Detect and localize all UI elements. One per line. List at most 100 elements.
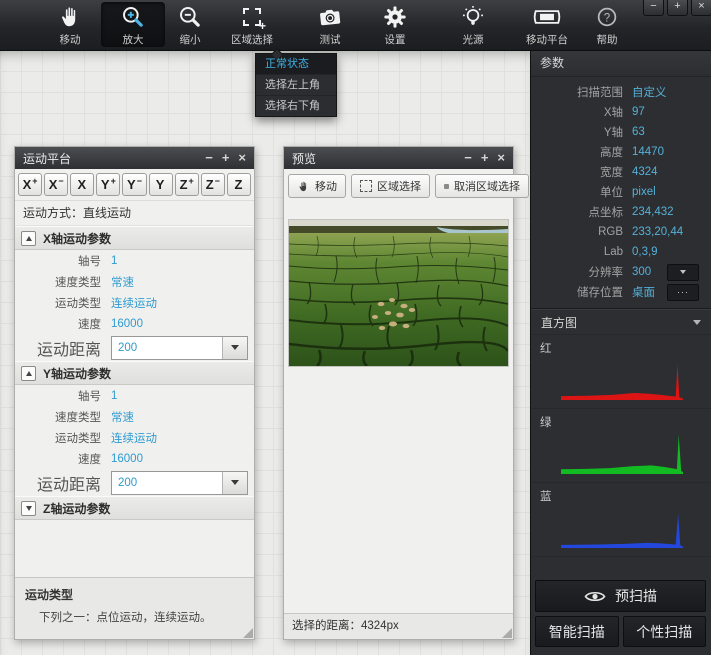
chevron-down-icon bbox=[231, 345, 239, 350]
panel-maximize-button[interactable]: + bbox=[222, 152, 230, 164]
panel-maximize-button[interactable]: + bbox=[481, 152, 489, 164]
toolbar-item-zoom-out[interactable]: 缩小 bbox=[158, 2, 222, 47]
toolbar-item-zoom-in[interactable]: 放大 bbox=[101, 2, 165, 47]
section-header-y-axis[interactable]: Y轴运动参数 bbox=[15, 361, 254, 385]
panel-minimize-button[interactable]: − bbox=[205, 152, 213, 164]
toolbar-item-label: 光源 bbox=[463, 32, 484, 47]
section-header-z-axis[interactable]: Z轴运动参数 bbox=[15, 496, 254, 520]
param-row-height: 高度14470 bbox=[531, 142, 711, 162]
collapse-up-icon[interactable] bbox=[21, 366, 36, 381]
panel-minimize-button[interactable]: − bbox=[464, 152, 472, 164]
axis-button-y[interactable]: Y bbox=[149, 173, 173, 196]
param-value[interactable]: 14470 bbox=[632, 146, 664, 158]
zoom-out-icon bbox=[177, 3, 203, 31]
distance-combobox[interactable]: 200 bbox=[111, 336, 248, 360]
toolbar-item-test[interactable]: 测试 bbox=[298, 2, 362, 47]
footer-text: 下列之一：点位运动，连续运动。 bbox=[25, 609, 244, 625]
field-value[interactable]: 连续运动 bbox=[111, 430, 157, 446]
window-close-button[interactable]: × bbox=[691, 0, 711, 16]
axis-button-x[interactable]: X bbox=[70, 173, 94, 196]
section-header-x-axis[interactable]: X轴运动参数 bbox=[15, 226, 254, 250]
prescan-button[interactable]: 预扫描 bbox=[535, 580, 706, 612]
light-bulb-icon bbox=[460, 3, 486, 31]
combobox-dropdown-button[interactable] bbox=[222, 472, 247, 494]
axis-button-z[interactable]: Z bbox=[227, 173, 251, 196]
menu-item-select-bottom-right[interactable]: 选择右下角 bbox=[256, 96, 336, 116]
collapse-up-icon[interactable] bbox=[21, 231, 36, 246]
svg-text:?: ? bbox=[604, 12, 610, 24]
smart-scan-button[interactable]: 智能扫描 bbox=[535, 616, 619, 647]
param-value[interactable]: pixel bbox=[632, 186, 656, 198]
axis-button-y-minus[interactable]: Y− bbox=[122, 173, 146, 196]
param-value[interactable]: 4324 bbox=[632, 166, 658, 178]
histogram-header: 直方图 bbox=[531, 310, 711, 335]
field-value[interactable]: 连续运动 bbox=[111, 295, 157, 311]
param-row-width: 宽度4324 bbox=[531, 162, 711, 182]
toolbar-item-move[interactable]: 移动 bbox=[38, 2, 102, 47]
window-minimize-button[interactable]: − bbox=[643, 0, 664, 16]
histogram-blue-channel: 蓝 bbox=[531, 483, 711, 557]
menu-item-select-top-left[interactable]: 选择左上角 bbox=[256, 75, 336, 96]
field-row: 轴号1 bbox=[15, 250, 254, 271]
toolbar-item-help[interactable]: ? 帮助 bbox=[575, 2, 639, 47]
axis-button-z-minus[interactable]: Z− bbox=[201, 173, 225, 196]
resolution-dropdown-button[interactable] bbox=[667, 264, 699, 281]
menu-item-normal-state[interactable]: 正常状态 bbox=[256, 54, 336, 75]
region-select-icon bbox=[360, 180, 372, 192]
field-value[interactable]: 16000 bbox=[111, 453, 143, 465]
field-row-combo: 运动距离 200 bbox=[15, 334, 254, 361]
toolbar-item-light-source[interactable]: 光源 bbox=[441, 2, 505, 47]
param-row-x-axis: X轴97 bbox=[531, 102, 711, 122]
preview-region-select-button[interactable]: 区域选择 bbox=[351, 174, 430, 198]
param-value[interactable]: 233,20,44 bbox=[632, 226, 683, 238]
window-maximize-button[interactable]: + bbox=[667, 0, 688, 16]
field-value[interactable]: 常速 bbox=[111, 409, 134, 425]
toolbar-item-moving-platform[interactable]: 移动平台 bbox=[515, 2, 579, 47]
combobox-dropdown-button[interactable] bbox=[222, 337, 247, 359]
main-toolbar: 移动 放大 缩小 + 区域选择 测试 bbox=[0, 0, 711, 51]
histogram-green-channel: 绿 bbox=[531, 409, 711, 483]
field-value[interactable]: 常速 bbox=[111, 274, 134, 290]
parameters-panel: 参数 扫描范围自定义 X轴97 Y轴63 高度14470 宽度4324 单位pi… bbox=[530, 50, 711, 655]
param-value[interactable]: 300 bbox=[632, 266, 651, 278]
preview-image[interactable] bbox=[288, 219, 509, 367]
param-value[interactable]: 97 bbox=[632, 106, 645, 118]
preview-move-button[interactable]: 移动 bbox=[288, 174, 346, 198]
param-value[interactable]: 自定义 bbox=[632, 84, 667, 100]
field-value[interactable]: 16000 bbox=[111, 318, 143, 330]
axis-button-y-plus[interactable]: Y+ bbox=[96, 173, 120, 196]
field-row: 速度类型常速 bbox=[15, 406, 254, 427]
panel-close-button[interactable]: × bbox=[238, 152, 246, 164]
toolbar-item-settings[interactable]: 设置 bbox=[363, 2, 427, 47]
toolbar-item-label: 移动 bbox=[60, 32, 81, 47]
resize-grip[interactable] bbox=[502, 628, 512, 638]
axis-button-x-plus[interactable]: X+ bbox=[18, 173, 42, 196]
preview-cancel-region-button[interactable]: 取消区域选择 bbox=[435, 174, 529, 198]
param-row-point-coord: 点坐标234,432 bbox=[531, 202, 711, 222]
histogram-collapse-icon[interactable] bbox=[693, 320, 701, 325]
motion-mode-label: 运动方式：直线运动 bbox=[15, 201, 254, 226]
param-value[interactable]: 234,432 bbox=[632, 206, 674, 218]
resize-grip[interactable] bbox=[243, 628, 253, 638]
histogram-red-channel: 红 bbox=[531, 335, 711, 409]
field-value[interactable]: 1 bbox=[111, 390, 117, 402]
panel-title: 运动平台 bbox=[23, 150, 71, 167]
collapse-down-icon[interactable] bbox=[21, 501, 36, 516]
param-value[interactable]: 63 bbox=[632, 126, 645, 138]
channel-label: 蓝 bbox=[531, 488, 711, 504]
custom-scan-button[interactable]: 个性扫描 bbox=[623, 616, 707, 647]
param-value[interactable]: 0,3,9 bbox=[632, 246, 658, 258]
field-row: 速度16000 bbox=[15, 448, 254, 469]
param-row-scan-range: 扫描范围自定义 bbox=[531, 82, 711, 102]
toolbar-item-region-select[interactable]: + 区域选择 bbox=[220, 2, 284, 47]
browse-location-button[interactable]: ··· bbox=[667, 284, 699, 301]
param-row-resolution: 分辨率 300 bbox=[531, 262, 711, 282]
axis-button-z-plus[interactable]: Z+ bbox=[175, 173, 199, 196]
field-value[interactable]: 1 bbox=[111, 255, 117, 267]
param-value[interactable]: 桌面 bbox=[632, 284, 655, 300]
panel-close-button[interactable]: × bbox=[497, 152, 505, 164]
toolbar-item-label: 测试 bbox=[320, 32, 341, 47]
axis-button-x-minus[interactable]: X− bbox=[44, 173, 68, 196]
distance-combobox[interactable]: 200 bbox=[111, 471, 248, 495]
field-row: 轴号1 bbox=[15, 385, 254, 406]
